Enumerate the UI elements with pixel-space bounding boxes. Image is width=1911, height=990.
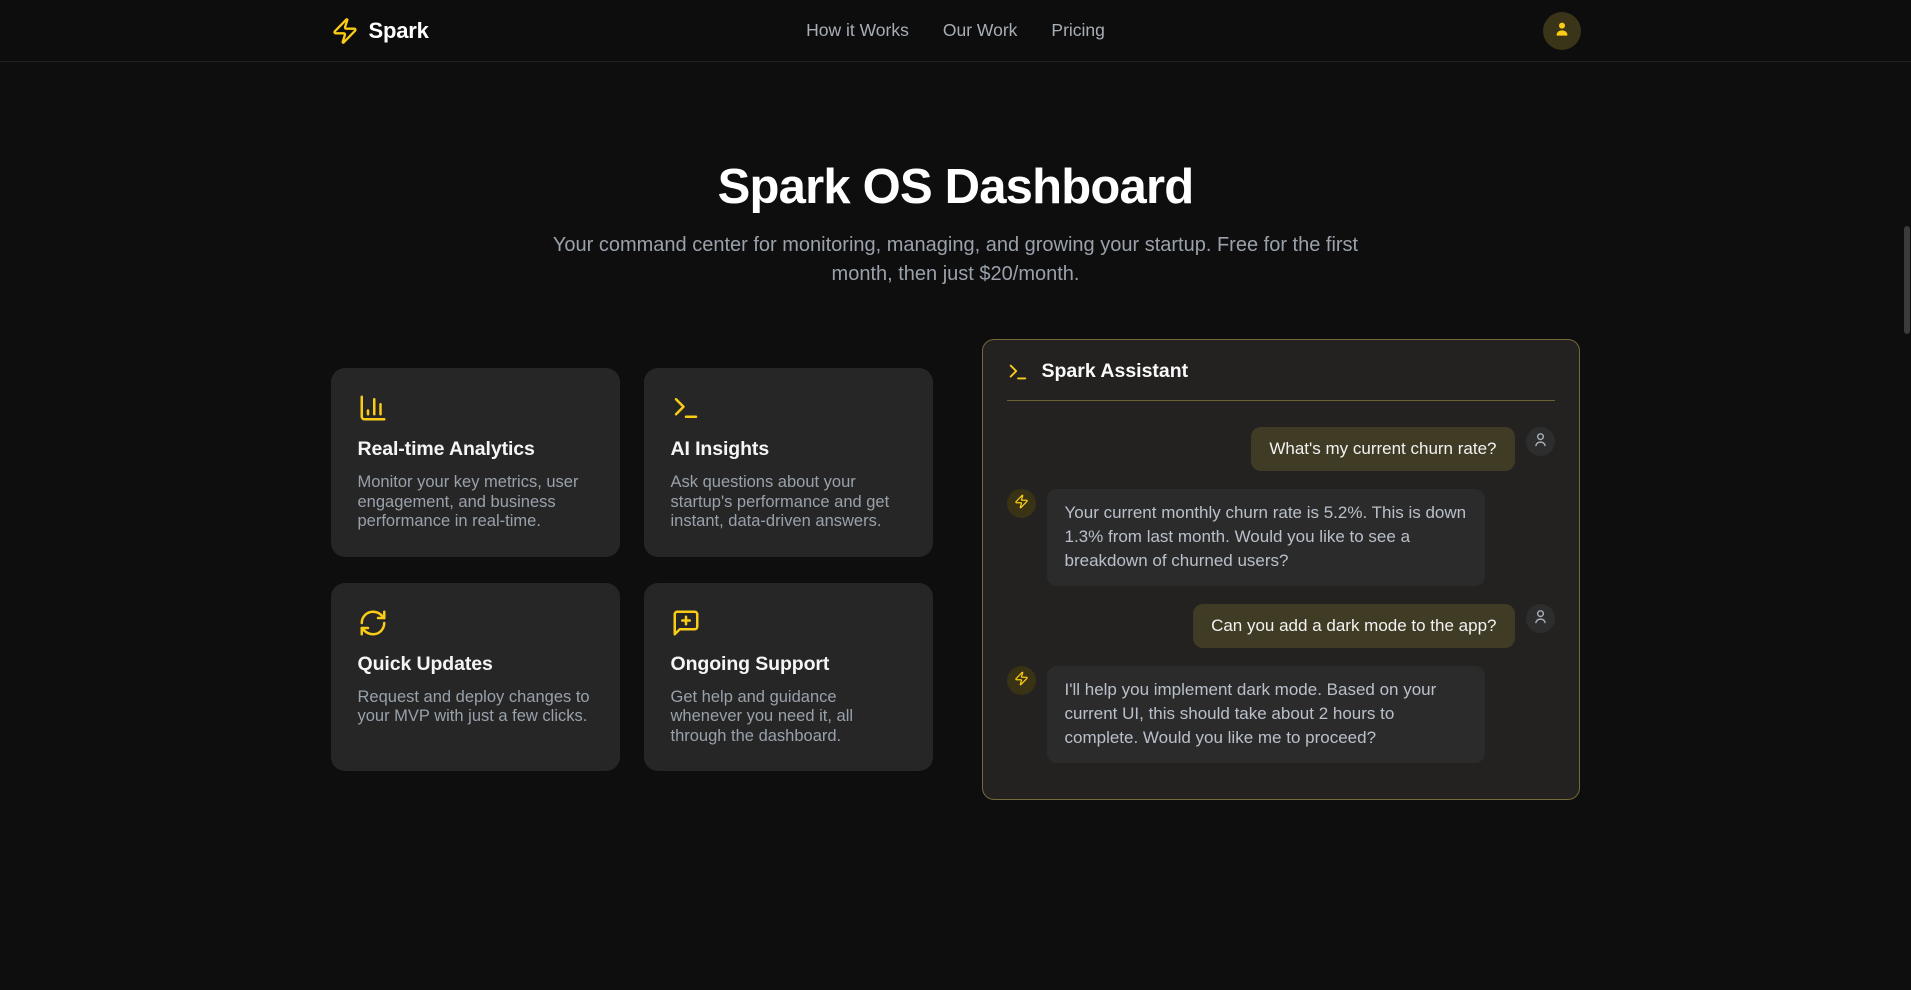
scrollbar-thumb[interactable] bbox=[1904, 226, 1910, 334]
feature-title: Ongoing Support bbox=[671, 653, 906, 676]
assistant-avatar bbox=[1007, 489, 1036, 518]
user-bubble: What's my current churn rate? bbox=[1251, 427, 1514, 471]
terminal-icon bbox=[671, 393, 906, 423]
page-subtitle: Your command center for monitoring, mana… bbox=[526, 231, 1386, 289]
feature-description: Monitor your key metrics, user engagemen… bbox=[358, 473, 593, 532]
chat-messages: What's my current churn rate? Your curre… bbox=[1007, 427, 1555, 763]
assistant-bubble: Your current monthly churn rate is 5.2%.… bbox=[1047, 489, 1485, 586]
user-icon bbox=[1532, 608, 1549, 630]
assistant-bubble: I'll help you implement dark mode. Based… bbox=[1047, 666, 1485, 763]
user-avatar bbox=[1526, 427, 1555, 456]
user-icon bbox=[1552, 19, 1572, 42]
feature-title: Real-time Analytics bbox=[358, 438, 593, 461]
feature-description: Ask questions about your startup's perfo… bbox=[671, 473, 906, 532]
feature-card-ongoing-support: Ongoing Support Get help and guidance wh… bbox=[644, 583, 933, 772]
nav-link-how-it-works[interactable]: How it Works bbox=[806, 20, 909, 41]
user-bubble: Can you add a dark mode to the app? bbox=[1193, 604, 1514, 648]
feature-card-ai-insights: AI Insights Ask questions about your sta… bbox=[644, 368, 933, 557]
assistant-panel-title: Spark Assistant bbox=[1042, 360, 1189, 383]
message-square-plus-icon bbox=[671, 608, 906, 638]
chat-message-assistant: Your current monthly churn rate is 5.2%.… bbox=[1007, 489, 1555, 586]
feature-description: Request and deploy changes to your MVP w… bbox=[358, 688, 593, 727]
brand-name: Spark bbox=[369, 18, 429, 44]
nav-links: How it Works Our Work Pricing bbox=[806, 20, 1105, 41]
chart-column-icon bbox=[358, 393, 593, 423]
chat-message-user: Can you add a dark mode to the app? bbox=[1007, 604, 1555, 648]
zap-icon bbox=[331, 17, 359, 45]
avatar-button[interactable] bbox=[1543, 12, 1581, 50]
chat-message-assistant: I'll help you implement dark mode. Based… bbox=[1007, 666, 1555, 763]
nav-link-our-work[interactable]: Our Work bbox=[943, 20, 1018, 41]
navbar: Spark How it Works Our Work Pricing bbox=[0, 0, 1911, 62]
hero-section: Spark OS Dashboard Your command center f… bbox=[0, 159, 1911, 289]
user-icon bbox=[1532, 431, 1549, 453]
feature-card-realtime-analytics: Real-time Analytics Monitor your key met… bbox=[331, 368, 620, 557]
feature-description: Get help and guidance whenever you need … bbox=[671, 688, 906, 747]
chat-message-user: What's my current churn rate? bbox=[1007, 427, 1555, 471]
main-content: Real-time Analytics Monitor your key met… bbox=[331, 339, 1581, 800]
feature-card-quick-updates: Quick Updates Request and deploy changes… bbox=[331, 583, 620, 772]
zap-icon bbox=[1014, 671, 1029, 691]
zap-icon bbox=[1014, 494, 1029, 514]
assistant-avatar bbox=[1007, 666, 1036, 695]
page-title: Spark OS Dashboard bbox=[0, 159, 1911, 215]
terminal-icon bbox=[1007, 361, 1029, 383]
assistant-panel: Spark Assistant What's my current churn … bbox=[982, 339, 1580, 800]
features-grid: Real-time Analytics Monitor your key met… bbox=[331, 368, 933, 771]
assistant-panel-header: Spark Assistant bbox=[1007, 360, 1555, 401]
feature-title: AI Insights bbox=[671, 438, 906, 461]
nav-link-pricing[interactable]: Pricing bbox=[1051, 20, 1105, 41]
refresh-icon bbox=[358, 608, 593, 638]
feature-title: Quick Updates bbox=[358, 653, 593, 676]
user-avatar bbox=[1526, 604, 1555, 633]
brand[interactable]: Spark bbox=[331, 17, 429, 45]
